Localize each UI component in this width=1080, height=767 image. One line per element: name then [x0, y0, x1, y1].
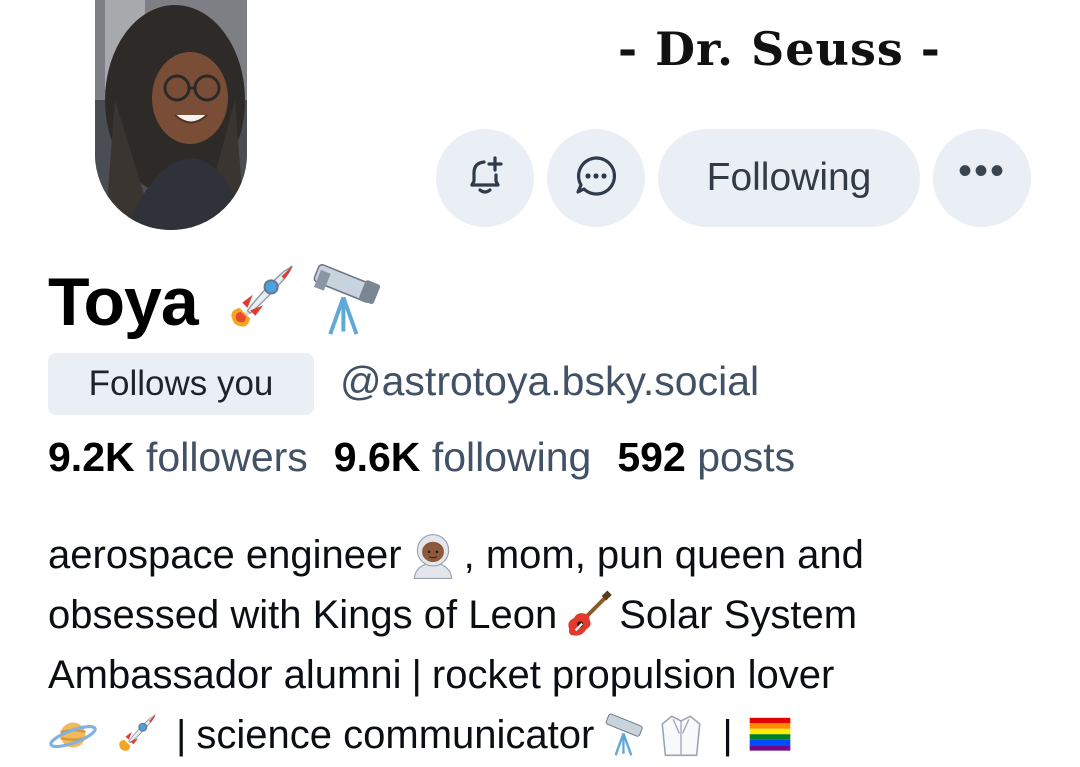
following-stat[interactable]: 9.6K following	[334, 434, 592, 481]
profile-bio: aerospace engineer , mom, pun queen and …	[48, 525, 1058, 765]
more-options-button[interactable]: •••	[933, 129, 1031, 227]
posts-count: 592	[617, 434, 686, 480]
subscribe-bell-button[interactable]	[436, 129, 534, 227]
display-name: Toya	[48, 264, 199, 340]
bio-text: obsessed with Kings of Leon	[48, 593, 558, 637]
posts-label: posts	[697, 434, 796, 480]
bio-separator: |	[176, 713, 187, 757]
bio-line: | science communicator |	[48, 705, 1058, 765]
followers-stat[interactable]: 9.2K followers	[48, 434, 308, 481]
name-emojis	[216, 258, 388, 347]
bio-text: , mom, pun queen and	[463, 533, 864, 577]
bio-text: Solar System	[619, 593, 858, 637]
rainbow-flag-emoji	[745, 710, 795, 760]
posts-stat: 592 posts	[617, 434, 795, 481]
banner-quote: - Dr. Seuss -	[618, 22, 941, 76]
bio-text: rocket propulsion lover	[431, 653, 835, 697]
rocket-emoji	[216, 258, 300, 347]
more-dots-icon: •••	[957, 149, 1006, 193]
bio-text: aerospace engineer	[48, 533, 402, 577]
telescope-emoji	[600, 710, 650, 760]
display-name-row: Toya	[48, 252, 388, 352]
user-handle: @astrotoya.bsky.social	[340, 358, 760, 404]
profile-stats: 9.2K followers 9.6K following 592 posts	[48, 434, 821, 481]
message-bubble-icon	[572, 152, 620, 205]
bio-text: Ambassador alumni	[48, 653, 402, 697]
message-button[interactable]	[547, 129, 645, 227]
astronaut-emoji	[408, 530, 458, 580]
ringed-planet-emoji	[48, 710, 98, 760]
lab-coat-emoji	[656, 710, 706, 760]
following-label: following	[431, 434, 592, 480]
follows-you-badge: Follows you	[48, 353, 314, 415]
telescope-emoji	[304, 258, 388, 347]
following-count: 9.6K	[333, 434, 421, 480]
bio-line: obsessed with Kings of Leon Solar System	[48, 585, 1058, 645]
followers-label: followers	[146, 434, 308, 480]
bio-text: science communicator	[196, 713, 595, 757]
bio-separator: |	[411, 653, 422, 697]
bio-line: aerospace engineer , mom, pun queen and	[48, 525, 1058, 585]
following-button[interactable]: Following	[658, 129, 920, 227]
followers-count: 9.2K	[48, 434, 135, 480]
avatar[interactable]	[95, 0, 247, 230]
bell-plus-icon	[462, 153, 508, 204]
bio-line: Ambassador alumni | rocket propulsion lo…	[48, 645, 1058, 705]
bio-separator: |	[722, 713, 733, 757]
profile-page: - Dr. Seuss - Following ••• Toya Follows…	[0, 0, 1080, 767]
guitar-emoji	[563, 590, 613, 640]
rocket-emoji	[110, 710, 160, 760]
